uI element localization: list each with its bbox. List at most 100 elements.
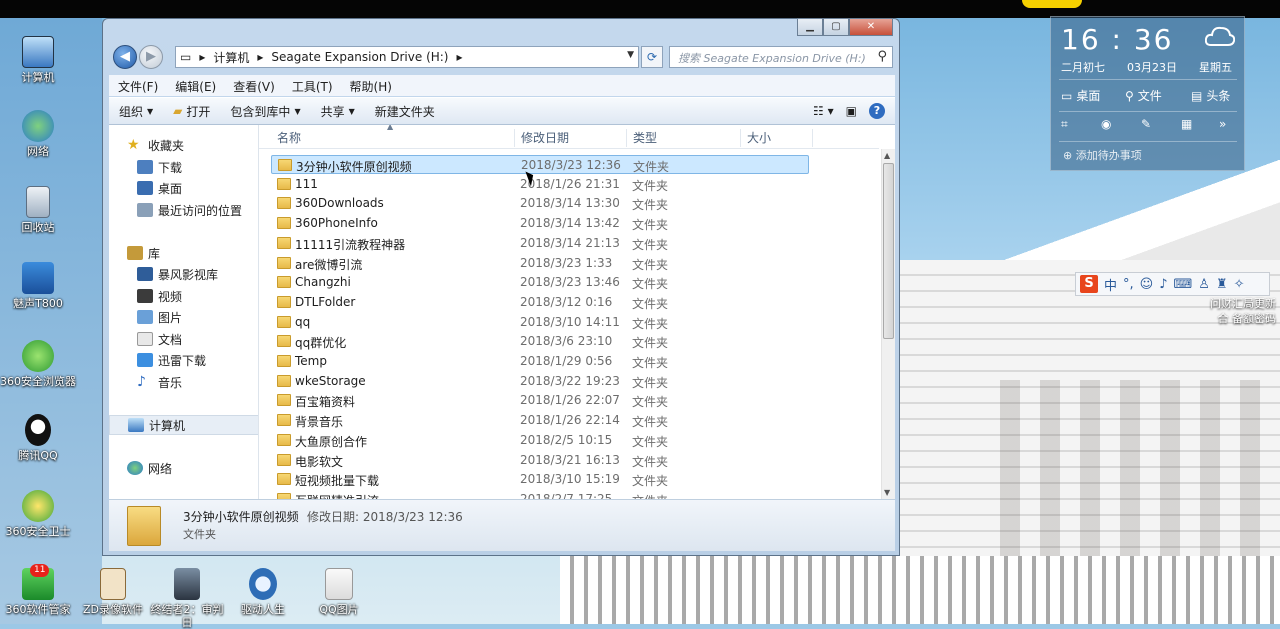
table-row[interactable]: wkeStorage 2018/3/22 19:23 文件夹 bbox=[271, 372, 809, 391]
scroll-up-icon[interactable]: ▲ bbox=[884, 151, 890, 160]
table-row[interactable]: Temp 2018/1/29 0:56 文件夹 bbox=[271, 352, 809, 371]
share-button[interactable]: 共享 ▼ bbox=[311, 103, 365, 120]
breadcrumb-computer[interactable]: 计算机 bbox=[209, 49, 253, 66]
nav-network[interactable]: 网络 bbox=[109, 458, 258, 478]
desktop-icon-meisheng[interactable]: 魅声T800 bbox=[0, 262, 76, 310]
scroll-down-icon[interactable]: ▼ bbox=[884, 488, 890, 497]
nav-baofeng[interactable]: 暴风影视库 bbox=[109, 264, 258, 284]
file-name: 互联网精准引流 bbox=[295, 492, 379, 499]
vertical-scrollbar[interactable]: ▲ ▼ bbox=[881, 149, 895, 499]
drive-icon: ▭ bbox=[180, 50, 192, 64]
table-row[interactable]: 3分钟小软件原创视频 2018/3/23 12:36 文件夹 bbox=[271, 155, 809, 174]
desktop-icon-network[interactable]: 网络 bbox=[0, 110, 76, 158]
microphone-icon[interactable]: ♪ bbox=[1159, 277, 1167, 292]
scrollbar-thumb[interactable] bbox=[883, 163, 894, 339]
nav-videos[interactable]: 视频 bbox=[109, 286, 258, 306]
nav-computer[interactable]: 计算机 bbox=[109, 415, 258, 435]
crop-icon[interactable]: ⌗ bbox=[1061, 117, 1077, 133]
calculator-icon[interactable]: ▦ bbox=[1181, 117, 1197, 133]
ime-punct[interactable]: °, bbox=[1123, 277, 1134, 292]
eye-icon[interactable]: ◉ bbox=[1101, 117, 1117, 133]
table-row[interactable]: are微博引流 2018/3/23 1:33 文件夹 bbox=[271, 254, 809, 273]
desktop-icon-360-security[interactable]: 360安全卫士 bbox=[0, 490, 76, 538]
column-size[interactable]: 大小 bbox=[741, 129, 813, 147]
desktop-icon-qq-image[interactable]: QQ图片 bbox=[298, 568, 380, 616]
folder-open-icon: ▰ bbox=[173, 104, 183, 118]
close-button[interactable]: ✕ bbox=[849, 18, 893, 36]
search-input[interactable]: 搜索 Seagate Expansion Drive (H:) ⚲ bbox=[669, 46, 893, 68]
refresh-button[interactable]: ⟳ bbox=[641, 46, 663, 68]
include-library-button[interactable]: 包含到库中 ▼ bbox=[220, 103, 310, 120]
nav-desktop[interactable]: 桌面 bbox=[109, 178, 258, 198]
organize-button[interactable]: 组织 ▼ bbox=[109, 103, 163, 120]
file-name: wkeStorage bbox=[295, 373, 366, 388]
open-button[interactable]: ▰ 打开 bbox=[163, 103, 220, 120]
user-icon[interactable]: ♙ bbox=[1198, 277, 1210, 292]
keyboard-icon[interactable]: ⌨ bbox=[1174, 277, 1193, 292]
desktop-icon-360-browser[interactable]: 360安全浏览器 bbox=[0, 340, 76, 388]
column-name[interactable]: 名称 bbox=[271, 129, 515, 147]
add-todo[interactable]: ⊕ 添加待办事项 bbox=[1063, 147, 1142, 163]
table-row[interactable]: 111 2018/1/26 21:31 文件夹 bbox=[271, 175, 809, 194]
preview-pane-icon[interactable]: ▣ bbox=[846, 104, 857, 118]
ime-toolbar[interactable]: S 中 °, ☺ ♪ ⌨ ♙ ♜ ✧ bbox=[1075, 272, 1270, 296]
nav-recent-places[interactable]: 最近访问的位置 bbox=[109, 200, 258, 220]
nav-music[interactable]: ♪ 音乐 bbox=[109, 372, 258, 392]
menu-help[interactable]: 帮助(H) bbox=[341, 75, 400, 96]
menu-edit[interactable]: 编辑(E) bbox=[166, 75, 224, 96]
maximize-button[interactable]: ▢ bbox=[823, 18, 849, 36]
table-row[interactable]: 背景音乐 2018/1/26 22:14 文件夹 bbox=[271, 411, 809, 430]
table-row[interactable]: 360PhoneInfo 2018/3/14 13:42 文件夹 bbox=[271, 214, 809, 233]
desktop-icon-recycle-bin[interactable]: 回收站 bbox=[0, 186, 76, 234]
help-icon[interactable]: ? bbox=[869, 103, 885, 119]
shirt-icon[interactable]: ♜ bbox=[1216, 277, 1228, 292]
nav-downloads[interactable]: 下载 bbox=[109, 157, 258, 177]
nav-libraries[interactable]: 库 bbox=[109, 243, 258, 263]
table-row[interactable]: 短视频批量下载 2018/3/10 15:19 文件夹 bbox=[271, 470, 809, 489]
table-row[interactable]: 电影软文 2018/3/21 16:13 文件夹 bbox=[271, 451, 809, 470]
table-row[interactable]: 360Downloads 2018/3/14 13:30 文件夹 bbox=[271, 194, 809, 213]
address-dropdown-icon[interactable]: ▼ bbox=[627, 50, 634, 60]
forward-button[interactable]: ▶ bbox=[139, 45, 163, 69]
desktop-icon-qq[interactable]: 腾讯QQ bbox=[0, 414, 76, 462]
table-row[interactable]: 互联网精准引流 2018/2/7 17:25 文件夹 bbox=[271, 490, 809, 499]
menu-tools[interactable]: 工具(T) bbox=[283, 75, 341, 96]
ime-mode[interactable]: 中 bbox=[1104, 275, 1117, 294]
view-options-icon[interactable]: ☷ ▾ bbox=[813, 104, 834, 118]
desktop-icon-zd-recorder[interactable]: ZD录像软件 bbox=[72, 568, 154, 616]
edit-icon[interactable]: ✎ bbox=[1141, 117, 1157, 133]
back-button[interactable]: ◀ bbox=[113, 45, 137, 69]
table-row[interactable]: 大鱼原创合作 2018/2/5 10:15 文件夹 bbox=[271, 431, 809, 450]
widget-link-files[interactable]: ⚲ 文件 bbox=[1125, 87, 1162, 104]
desktop-icon-terminator[interactable]: 终结者2：审判日 bbox=[146, 568, 228, 629]
nav-documents[interactable]: 文档 bbox=[109, 329, 258, 349]
nav-pictures[interactable]: 图片 bbox=[109, 307, 258, 327]
menu-view[interactable]: 查看(V) bbox=[224, 75, 283, 96]
desktop-icon-computer[interactable]: 计算机 bbox=[0, 36, 76, 84]
address-bar[interactable]: ▭ ▸ 计算机 ▸ Seagate Expansion Drive (H:) ▸… bbox=[175, 46, 639, 68]
wrench-icon[interactable]: ✧ bbox=[1234, 277, 1245, 292]
emoji-icon[interactable]: ☺ bbox=[1140, 277, 1154, 292]
table-row[interactable]: qq 2018/3/10 14:11 文件夹 bbox=[271, 313, 809, 332]
qq-penguin-icon bbox=[25, 414, 51, 446]
menu-file[interactable]: 文件(F) bbox=[109, 75, 166, 96]
table-row[interactable]: Changzhi 2018/3/23 13:46 文件夹 bbox=[271, 273, 809, 292]
breadcrumb-drive[interactable]: Seagate Expansion Drive (H:) bbox=[267, 50, 452, 64]
nav-label: 迅雷下载 bbox=[158, 353, 207, 368]
nav-favorites[interactable]: ★ 收藏夹 bbox=[109, 135, 258, 155]
column-type[interactable]: 类型 bbox=[627, 129, 741, 147]
desktop-icon-360-software[interactable]: 11 360软件管家 bbox=[0, 564, 76, 616]
nav-label: 最近访问的位置 bbox=[158, 203, 243, 218]
column-date[interactable]: 修改日期 bbox=[515, 129, 627, 147]
desktop-icon-driver-life[interactable]: 驱动人生 bbox=[222, 568, 304, 616]
chevron-right-icon[interactable]: » bbox=[1219, 117, 1235, 133]
widget-link-desktop[interactable]: ▭ 桌面 bbox=[1061, 87, 1100, 104]
table-row[interactable]: qq群优化 2018/3/6 23:10 文件夹 bbox=[271, 332, 809, 351]
table-row[interactable]: 百宝箱资料 2018/1/26 22:07 文件夹 bbox=[271, 391, 809, 410]
new-folder-button[interactable]: 新建文件夹 bbox=[365, 103, 445, 120]
table-row[interactable]: DTLFolder 2018/3/12 0:16 文件夹 bbox=[271, 293, 809, 312]
table-row[interactable]: 11111引流教程神器 2018/3/14 21:13 文件夹 bbox=[271, 234, 809, 253]
minimize-button[interactable]: ▁ bbox=[797, 18, 823, 36]
nav-thunder-downloads[interactable]: 迅雷下载 bbox=[109, 350, 258, 370]
widget-link-news[interactable]: ▤ 头条 bbox=[1191, 87, 1230, 104]
